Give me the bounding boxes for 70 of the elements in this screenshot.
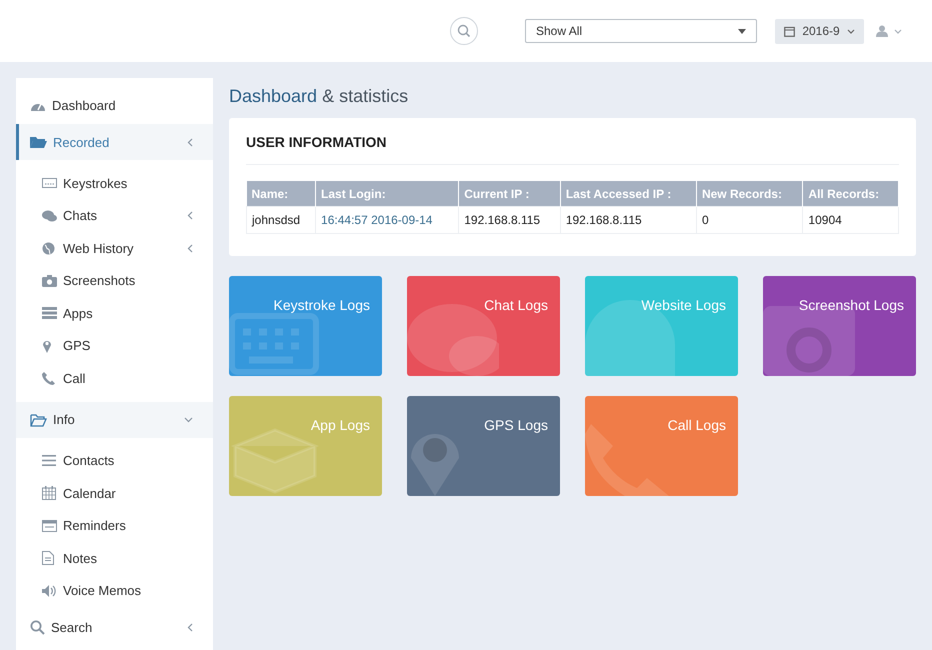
table-cell: 192.168.8.115 (458, 206, 560, 234)
speech-bubbles-icon (42, 210, 57, 222)
search-button[interactable] (450, 17, 478, 45)
sidebar-subitem[interactable]: Calendar (16, 477, 213, 510)
search-icon (30, 620, 45, 634)
date-button[interactable]: 2016-9 (775, 18, 864, 44)
sidebar-subitem[interactable]: GPS (16, 330, 213, 362)
panel-title: USER INFORMATION (246, 134, 899, 165)
sidebar-subitem[interactable]: Reminders (16, 510, 213, 542)
keyboard-icon (229, 312, 321, 376)
column-header: Name: (246, 181, 316, 206)
log-tile[interactable]: Screenshot Logs (763, 276, 916, 376)
calendar-icon (42, 486, 56, 500)
tile-label: App Logs (310, 417, 370, 433)
caret-icon (738, 28, 746, 34)
log-tile[interactable]: GPS Logs (407, 396, 560, 496)
tile-label: Keystroke Logs (274, 297, 370, 313)
sidebar-subitem[interactable]: Chats (16, 200, 213, 232)
folder-icon (30, 412, 47, 426)
table-cell: 0 (696, 206, 803, 234)
caret-icon (846, 28, 855, 34)
table-cell: 10904 (802, 206, 898, 234)
folder-icon (30, 135, 47, 149)
camera-icon (42, 274, 57, 287)
column-header: New Records: (696, 181, 803, 206)
sidebar-subitem[interactable]: Voice Memos (16, 574, 213, 607)
sidebar-item[interactable]: Search (16, 611, 213, 643)
chevron-icon (187, 138, 193, 146)
chevron-icon (187, 211, 193, 220)
speaker-icon (42, 584, 57, 597)
chevron-icon (187, 622, 193, 632)
filter-dropdown[interactable]: Show All (525, 19, 757, 43)
keyboard-icon (42, 178, 57, 188)
link[interactable]: 16:44:57 2016-09-14 (316, 206, 459, 234)
sidebar-item[interactable]: Recorded (16, 124, 213, 160)
tile-label: Chat Logs (484, 297, 548, 313)
calendar-icon (784, 26, 796, 36)
sidebar-subitem[interactable]: Web History (16, 232, 213, 264)
sidebar-subitem[interactable]: Apps (16, 297, 213, 330)
column-header: Last Login: (316, 181, 459, 206)
user-menu-button[interactable] (876, 25, 902, 37)
document-icon (42, 551, 54, 566)
table-cell: 192.168.8.115 (560, 206, 696, 234)
sidebar-subitem[interactable]: Keystrokes (16, 167, 213, 200)
phone-icon (42, 372, 55, 385)
chevron-icon (187, 244, 193, 253)
window-icon (42, 520, 57, 532)
tile-label: Website Logs (641, 297, 726, 313)
sidebar-subitem[interactable]: Contacts (16, 444, 213, 477)
log-tile[interactable]: Chat Logs (407, 276, 560, 376)
sidebar-subitem[interactable]: Call (16, 362, 213, 394)
server-icon (42, 307, 57, 320)
tile-label: GPS Logs (484, 417, 548, 433)
sidebar-subitem[interactable]: Notes (16, 542, 213, 574)
column-header: All Records: (802, 181, 898, 206)
chevron-icon (184, 416, 193, 422)
column-header: Last Accessed IP : (560, 181, 696, 206)
caret-icon (894, 28, 902, 34)
sidebar-subitem[interactable]: Screenshots (16, 264, 213, 297)
page-title: Dashboard & statistics (229, 86, 410, 107)
sidebar-item[interactable]: Info (16, 402, 213, 438)
list-icon (42, 455, 56, 466)
search-icon (457, 24, 471, 38)
user-icon (876, 25, 888, 37)
sidebar-item[interactable]: Dashboard (16, 89, 213, 121)
table-cell: johnsdsd (246, 206, 316, 234)
column-header: Current IP : (458, 181, 560, 206)
tile-label: Call Logs (668, 417, 726, 433)
tile-label: Screenshot Logs (798, 297, 904, 313)
map-pin-icon (42, 338, 52, 353)
